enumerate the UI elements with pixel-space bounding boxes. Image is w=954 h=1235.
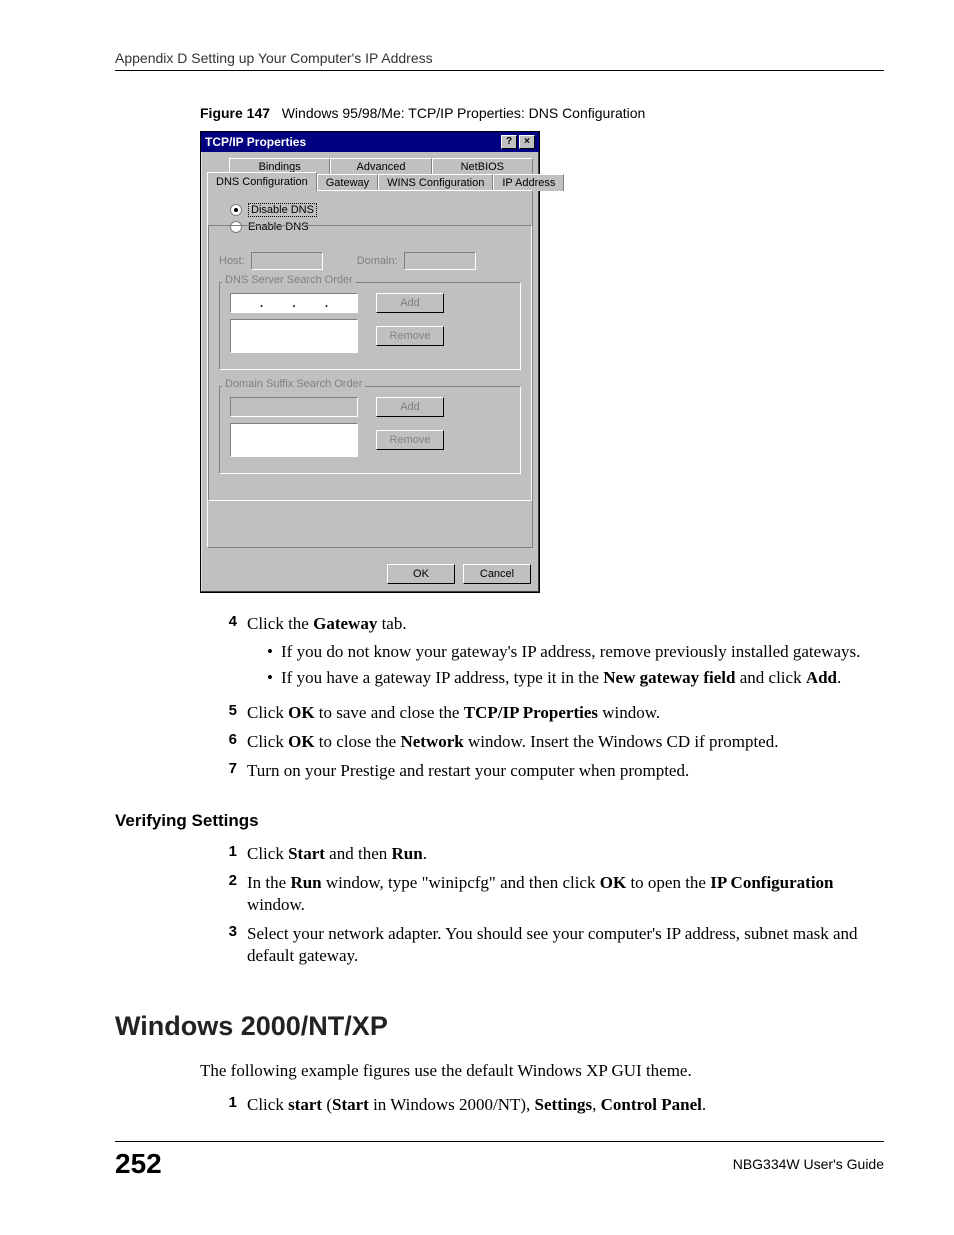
- tab-gateway[interactable]: Gateway: [317, 174, 378, 191]
- page-number: 252: [115, 1148, 162, 1180]
- step-text: Turn on your Prestige and restart your c…: [247, 760, 884, 782]
- domain-input: [404, 252, 476, 270]
- dns-server-group-label: DNS Server Search Order: [222, 274, 356, 286]
- step-text: Click OK to save and close the TCP/IP Pr…: [247, 702, 884, 724]
- tab-ip-address[interactable]: IP Address: [493, 174, 564, 191]
- suffix-input: [230, 397, 358, 417]
- tab-wins-configuration[interactable]: WINS Configuration: [378, 174, 493, 191]
- step-number: 1: [215, 843, 237, 865]
- dialog-titlebar: TCP/IP Properties ? ×: [201, 132, 539, 152]
- dns-ip-input: . . .: [230, 293, 358, 313]
- bullet-item: If you have a gateway IP address, type i…: [267, 667, 884, 689]
- dialog-title: TCP/IP Properties: [205, 135, 306, 149]
- step-text: Click OK to close the Network window. In…: [247, 731, 884, 753]
- ok-button[interactable]: OK: [387, 564, 455, 584]
- paragraph: The following example figures use the de…: [200, 1060, 884, 1082]
- step-text: Click start (Start in Windows 2000/NT), …: [247, 1094, 884, 1116]
- bullet-item: If you do not know your gateway's IP add…: [267, 641, 884, 663]
- step-text: Select your network adapter. You should …: [247, 923, 884, 967]
- domain-label: Domain:: [357, 255, 398, 267]
- tab-netbios[interactable]: NetBIOS: [432, 158, 533, 175]
- host-input: [251, 252, 323, 270]
- dns-remove-button: Remove: [376, 326, 444, 346]
- step-number: 5: [215, 702, 237, 724]
- page-header: Appendix D Setting up Your Computer's IP…: [115, 50, 884, 71]
- host-label: Host:: [219, 255, 245, 267]
- tab-advanced[interactable]: Advanced: [330, 158, 431, 175]
- dns-list: [230, 319, 358, 353]
- suffix-remove-button: Remove: [376, 430, 444, 450]
- step-number: 6: [215, 731, 237, 753]
- step-number: 1: [215, 1094, 237, 1116]
- step-text: Click Start and then Run.: [247, 843, 884, 865]
- cancel-button[interactable]: Cancel: [463, 564, 531, 584]
- guide-name: NBG334W User's Guide: [733, 1156, 884, 1172]
- tab-row-front: DNS Configuration Gateway WINS Configura…: [207, 174, 533, 191]
- radio-disable-dns[interactable]: Disable DNS: [230, 203, 522, 217]
- suffix-add-button: Add: [376, 397, 444, 417]
- step-number: 7: [215, 760, 237, 782]
- help-icon[interactable]: ?: [501, 135, 517, 149]
- tcpip-properties-dialog: TCP/IP Properties ? × Bindings Advanced …: [200, 131, 540, 593]
- step-number: 2: [215, 872, 237, 916]
- heading-windows-2000: Windows 2000/NT/XP: [115, 1011, 884, 1042]
- step-number: 3: [215, 923, 237, 967]
- suffix-list: [230, 423, 358, 457]
- step-text: In the Run window, type "winipcfg" and t…: [247, 872, 884, 916]
- radio-icon: [230, 204, 242, 216]
- close-icon[interactable]: ×: [519, 135, 535, 149]
- dns-add-button: Add: [376, 293, 444, 313]
- tab-dns-configuration[interactable]: DNS Configuration: [207, 172, 317, 191]
- subheading-verifying: Verifying Settings: [115, 811, 884, 831]
- step-text: Click the Gateway tab. If you do not kno…: [247, 613, 884, 695]
- figure-caption: Figure 147 Windows 95/98/Me: TCP/IP Prop…: [200, 105, 884, 121]
- domain-suffix-group-label: Domain Suffix Search Order: [222, 378, 365, 390]
- step-number: 4: [215, 613, 237, 695]
